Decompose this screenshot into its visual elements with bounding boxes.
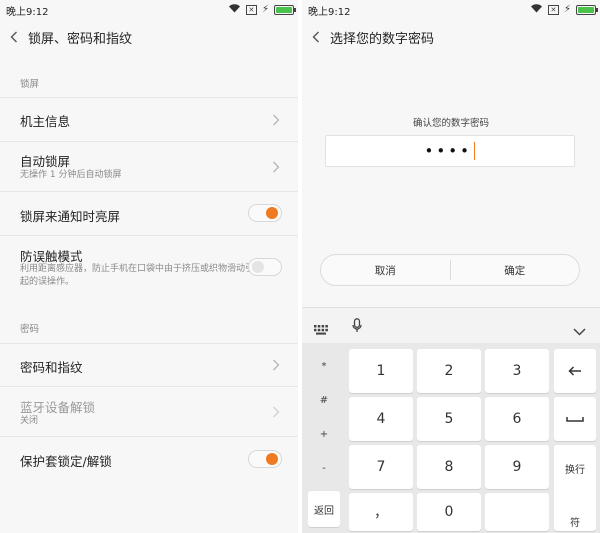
key-2[interactable]: 2 <box>417 349 481 393</box>
pin-input[interactable]: •••• <box>325 135 575 167</box>
page-header: 锁屏、密码和指纹 <box>0 20 298 54</box>
anti-mistouch-toggle[interactable] <box>248 258 282 276</box>
key-3[interactable]: 3 <box>485 349 549 393</box>
chevron-down-icon[interactable] <box>573 321 586 340</box>
key-7[interactable]: 7 <box>349 445 413 489</box>
row-auto-lock-subtitle: 无操作 1 分钟后自动锁屏 <box>20 170 122 180</box>
page-header: 选择您的数字密码 <box>302 20 600 54</box>
confirm-pin-label: 确认您的数字密码 <box>412 118 489 129</box>
wifi-icon <box>228 3 241 16</box>
key-hash[interactable]: # <box>308 383 340 417</box>
row-anti-mistouch-subtitle: 利用距离感应器，防止手机在口袋中由于挤压或织物滑动引起的误操作。 <box>20 264 255 287</box>
row-bluetooth-unlock-title: 蓝牙设备解锁 <box>20 400 96 415</box>
row-bluetooth-unlock[interactable]: 蓝牙设备解锁 关闭 <box>0 386 298 436</box>
backspace-arrow-icon <box>568 366 581 376</box>
back-arrow-icon[interactable] <box>302 20 330 54</box>
chevron-right-icon <box>272 406 280 418</box>
enter-key-label: 符 <box>570 518 580 529</box>
row-owner-info-title: 机主信息 <box>20 114 71 129</box>
pin-masked-value: •••• <box>424 142 472 160</box>
settings-screen: 晚上9:12 ✕ ⚡ 锁屏、密码和指纹 锁屏 机主信息 自动锁屏 无操作 1 分… <box>0 0 298 533</box>
key-6[interactable]: 6 <box>485 397 549 441</box>
chevron-right-icon <box>272 114 280 126</box>
toggle-knob <box>266 207 278 219</box>
page-title: 锁屏、密码和指纹 <box>28 31 133 47</box>
pin-entry-screen: 晚上9:12 ✕ ⚡ 选择您的数字密码 确认您的数字密码 •••• 取消 确定 <box>302 0 600 533</box>
back-arrow-icon[interactable] <box>0 20 28 54</box>
status-time: 晚上9:12 <box>6 7 49 18</box>
row-auto-lock[interactable]: 自动锁屏 无操作 1 分钟后自动锁屏 <box>0 141 298 191</box>
charging-icon: ⚡ <box>261 3 269 15</box>
wifi-icon <box>530 3 543 16</box>
page-title: 选择您的数字密码 <box>330 31 435 47</box>
row-password-fingerprint[interactable]: 密码和指纹 <box>0 343 298 386</box>
row-password-fingerprint-title: 密码和指纹 <box>20 360 83 375</box>
key-1[interactable]: 1 <box>349 349 413 393</box>
microphone-icon[interactable] <box>352 318 362 337</box>
backspace-key[interactable] <box>554 349 596 393</box>
section-label-password: 密码 <box>20 324 40 335</box>
key-minus[interactable]: - <box>308 451 340 485</box>
chevron-right-icon <box>272 359 280 371</box>
row-cover-lock-title: 保护套锁定/解锁 <box>20 454 112 469</box>
row-auto-lock-title: 自动锁屏 <box>20 154 71 169</box>
status-bar: 晚上9:12 ✕ ⚡ <box>0 0 298 18</box>
newline-key-label: 换行 <box>565 465 585 476</box>
row-notify-wake: 锁屏来通知时亮屏 <box>0 191 298 235</box>
notify-wake-toggle[interactable] <box>248 204 282 222</box>
row-anti-mistouch: 防误触模式 利用距离感应器，防止手机在口袋中由于挤压或织物滑动引起的误操作。 <box>0 235 298 301</box>
key-5[interactable]: 5 <box>417 397 481 441</box>
key-return[interactable]: 返回 <box>308 491 340 527</box>
chevron-right-icon <box>272 161 280 173</box>
keyboard-toolbar <box>302 307 600 343</box>
key-8[interactable]: 8 <box>417 445 481 489</box>
status-icons: ✕ ⚡ <box>228 3 296 16</box>
section-label-lock: 锁屏 <box>20 79 40 90</box>
row-bluetooth-unlock-subtitle: 关闭 <box>20 416 39 426</box>
battery-icon <box>576 4 598 15</box>
key-comma[interactable]: ， <box>349 493 413 531</box>
sim-x-icon: ✕ <box>547 4 559 15</box>
space-bar-icon <box>566 417 584 422</box>
status-icons: ✕ ⚡ <box>530 3 598 16</box>
status-time: 晚上9:12 <box>308 7 351 18</box>
row-notify-wake-title: 锁屏来通知时亮屏 <box>20 209 121 224</box>
key-dot[interactable] <box>485 493 549 531</box>
action-buttons: 取消 确定 <box>320 254 580 286</box>
confirm-button[interactable]: 确定 <box>451 255 580 285</box>
status-bar: 晚上9:12 ✕ ⚡ <box>302 0 600 18</box>
keyboard-grid-icon[interactable] <box>314 320 328 339</box>
key-star[interactable]: * <box>308 349 340 383</box>
cover-lock-toggle[interactable] <box>248 450 282 468</box>
toggle-knob <box>266 453 278 465</box>
sim-x-icon: ✕ <box>245 4 257 15</box>
battery-icon <box>274 4 296 15</box>
charging-icon: ⚡ <box>563 3 571 15</box>
section-password-area: 密码 <box>0 301 298 343</box>
key-plus[interactable]: + <box>308 417 340 451</box>
newline-key[interactable]: 换行 符 <box>554 445 596 531</box>
key-0[interactable]: 0 <box>417 493 481 531</box>
row-cover-lock: 保护套锁定/解锁 <box>0 436 298 482</box>
space-key[interactable] <box>554 397 596 441</box>
text-caret <box>473 142 476 160</box>
toggle-knob <box>252 261 264 273</box>
key-4[interactable]: 4 <box>349 397 413 441</box>
key-9[interactable]: 9 <box>485 445 549 489</box>
row-owner-info[interactable]: 机主信息 <box>0 97 298 141</box>
cancel-button[interactable]: 取消 <box>321 255 450 285</box>
numeric-keyboard: * # + - 返回 1 2 3 4 5 6 7 8 9 ， 0 换行 符 <box>302 343 600 533</box>
